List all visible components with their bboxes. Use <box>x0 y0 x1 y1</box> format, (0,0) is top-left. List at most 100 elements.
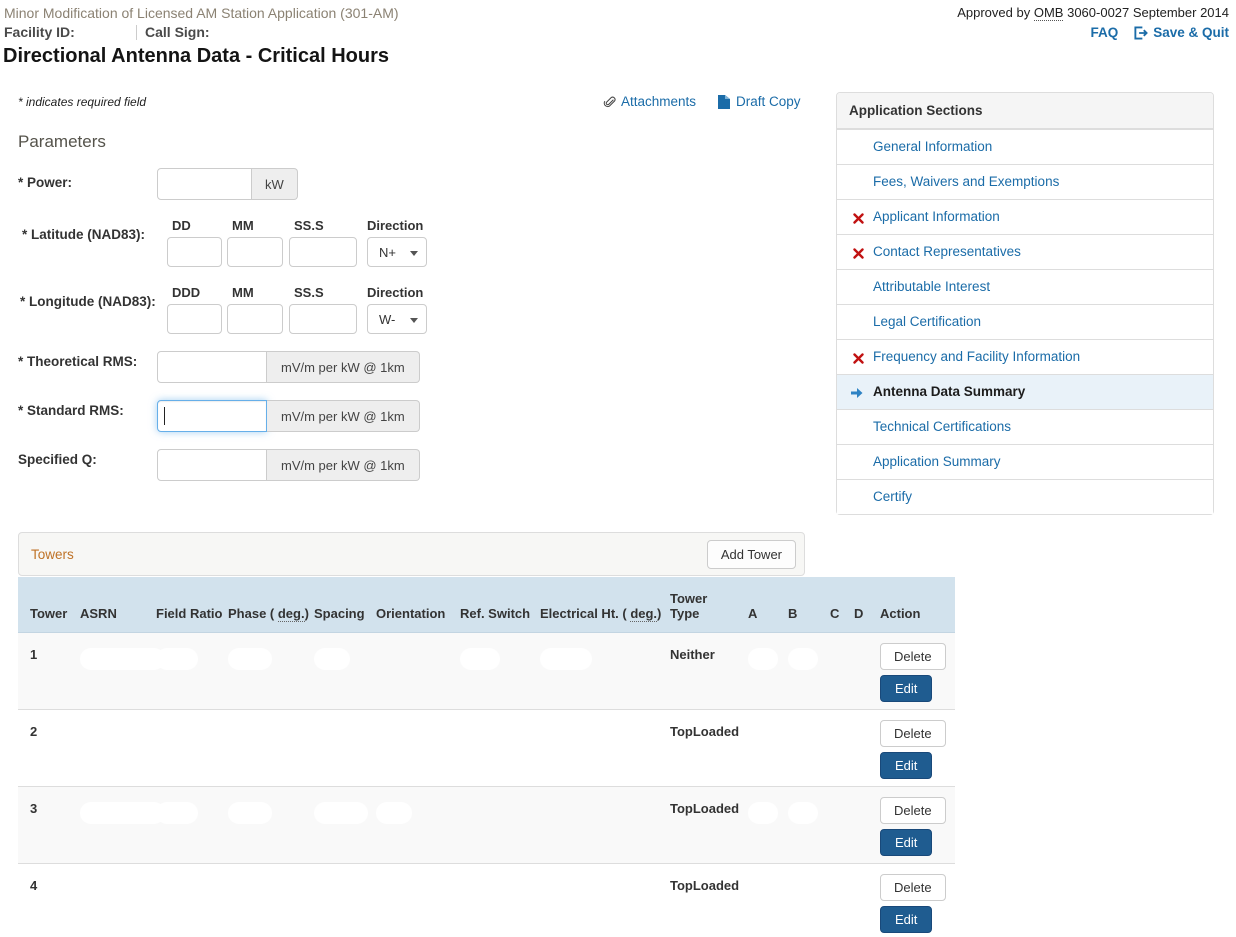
delete-tower-button[interactable]: Delete <box>880 720 946 747</box>
col-asrn: ASRN <box>74 577 150 632</box>
electrical-ht-cell <box>534 709 664 786</box>
edit-tower-button[interactable]: Edit <box>880 829 932 856</box>
col-c: C <box>824 577 848 632</box>
edit-tower-button[interactable]: Edit <box>880 675 932 702</box>
sidebar-item-antenna-data-summary[interactable]: Antenna Data Summary <box>837 374 1213 409</box>
action-cell: Delete Edit <box>874 863 955 937</box>
d-cell <box>848 632 874 709</box>
redacted-value <box>156 802 198 824</box>
b-cell <box>782 786 824 863</box>
power-label: * Power: <box>18 175 72 190</box>
tower-type-cell: TopLoaded <box>664 863 742 937</box>
redacted-value <box>156 725 198 747</box>
sidebar-item-application-summary[interactable]: Application Summary <box>837 444 1213 479</box>
standard-rms-group: mV/m per kW @ 1km <box>157 400 420 432</box>
sign-out-icon <box>1133 26 1148 40</box>
ref-switch-cell <box>454 632 534 709</box>
required-field-note: * indicates required field <box>18 95 146 109</box>
sidebar-item-attributable-interest[interactable]: Attributable Interest <box>837 269 1213 304</box>
longitude-ddd-input[interactable] <box>167 304 222 334</box>
redacted-value <box>748 725 778 747</box>
sidebar-item-label: Contact Representatives <box>873 244 1021 259</box>
redacted-value <box>788 802 818 824</box>
edit-tower-button[interactable]: Edit <box>880 906 932 933</box>
latitude-label: * Latitude (NAD83): <box>22 227 145 242</box>
col-field-ratio: Field Ratio <box>150 577 222 632</box>
table-row: 2 TopLoaded Delete Edit <box>18 709 955 786</box>
field-ratio-cell <box>150 709 222 786</box>
attachments-link[interactable]: Attachments <box>603 94 696 109</box>
sidebar-item-applicant-information[interactable]: Applicant Information <box>837 199 1213 234</box>
approved-suffix: 3060-0027 September 2014 <box>1067 5 1229 20</box>
save-quit-link[interactable]: Save & Quit <box>1133 25 1229 40</box>
faq-link[interactable]: FAQ <box>1090 25 1118 40</box>
table-header-row: Tower ASRN Field Ratio Phase ( deg.) Spa… <box>18 577 955 632</box>
edit-tower-button[interactable]: Edit <box>880 752 932 779</box>
redacted-value <box>788 879 818 901</box>
chevron-down-icon <box>410 251 418 256</box>
paperclip-icon <box>603 95 616 109</box>
theoretical-rms-input[interactable] <box>157 351 267 383</box>
phase-cell <box>222 786 308 863</box>
attachments-label: Attachments <box>621 94 696 109</box>
longitude-sss-input[interactable] <box>289 304 357 334</box>
current-section-arrow-icon <box>850 387 865 402</box>
longitude-ddd-label: DDD <box>172 285 200 300</box>
col-a: A <box>742 577 782 632</box>
redacted-value <box>788 725 818 747</box>
ref-switch-cell <box>454 786 534 863</box>
electrical-ht-cell <box>534 786 664 863</box>
add-tower-button[interactable]: Add Tower <box>707 540 796 569</box>
delete-tower-button[interactable]: Delete <box>880 874 946 901</box>
kw-unit-addon: kW <box>252 168 298 200</box>
parameters-section-title: Parameters <box>18 132 106 152</box>
page-title: Directional Antenna Data - Critical Hour… <box>3 45 389 68</box>
power-input-group: kW <box>157 168 298 200</box>
delete-tower-button[interactable]: Delete <box>880 643 946 670</box>
latitude-direction-value: N+ <box>379 245 396 260</box>
approved-prefix: Approved by <box>957 5 1030 20</box>
b-cell <box>782 709 824 786</box>
latitude-mm-input[interactable] <box>227 237 283 267</box>
rms-unit-addon: mV/m per kW @ 1km <box>267 400 420 432</box>
page-root: Minor Modification of Licensed AM Statio… <box>0 0 1236 937</box>
asrn-cell <box>74 786 150 863</box>
tower-type-cell: TopLoaded <box>664 786 742 863</box>
specified-q-input[interactable] <box>157 449 267 481</box>
sidebar-item-certify[interactable]: Certify <box>837 479 1213 514</box>
delete-tower-button[interactable]: Delete <box>880 797 946 824</box>
latitude-dd-input[interactable] <box>167 237 222 267</box>
sidebar-item-label: Legal Certification <box>873 314 981 329</box>
redacted-value <box>314 802 368 824</box>
sidebar-item-label: Antenna Data Summary <box>873 384 1025 399</box>
longitude-direction-value: W- <box>379 312 395 327</box>
col-action: Action <box>874 577 955 632</box>
standard-rms-input[interactable] <box>157 400 267 432</box>
error-x-icon <box>853 352 864 367</box>
latitude-mm-label: MM <box>232 218 254 233</box>
sidebar-item-general-information[interactable]: General Information <box>837 129 1213 164</box>
sidebar-item-label: Application Summary <box>873 454 1001 469</box>
sidebar-item-label: General Information <box>873 139 992 154</box>
sidebar-item-technical-certifications[interactable]: Technical Certifications <box>837 409 1213 444</box>
col-phase: Phase ( deg.) <box>222 577 308 632</box>
sidebar-item-label: Technical Certifications <box>873 419 1011 434</box>
app-title: Minor Modification of Licensed AM Statio… <box>4 5 399 21</box>
longitude-direction-select[interactable]: W- <box>367 304 427 334</box>
electrical-ht-cell <box>534 863 664 937</box>
sidebar-item-contact-representatives[interactable]: Contact Representatives <box>837 234 1213 269</box>
asrn-cell <box>74 709 150 786</box>
redacted-value <box>788 648 818 670</box>
latitude-direction-select[interactable]: N+ <box>367 237 427 267</box>
latitude-sss-input[interactable] <box>289 237 357 267</box>
sidebar-item-legal-certification[interactable]: Legal Certification <box>837 304 1213 339</box>
error-x-icon <box>853 212 864 227</box>
power-input[interactable] <box>157 168 252 200</box>
sidebar-item-fees-waivers-exemptions[interactable]: Fees, Waivers and Exemptions <box>837 164 1213 199</box>
action-cell: Delete Edit <box>874 786 955 863</box>
application-sections-panel: Application Sections General Information… <box>836 92 1214 515</box>
longitude-mm-input[interactable] <box>227 304 283 334</box>
draft-copy-link[interactable]: Draft Copy <box>718 94 801 109</box>
col-tower: Tower <box>18 577 74 632</box>
sidebar-item-frequency-facility-information[interactable]: Frequency and Facility Information <box>837 339 1213 374</box>
